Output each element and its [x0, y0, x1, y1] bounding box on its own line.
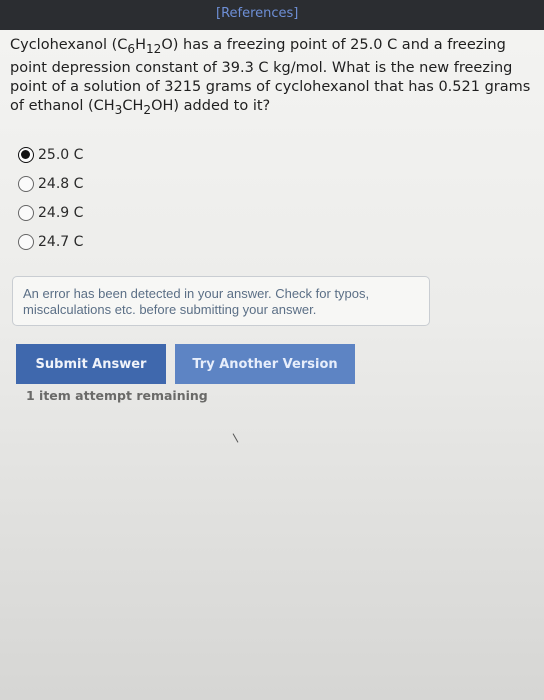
radio-button[interactable]	[18, 175, 34, 192]
answer-option[interactable]: 24.9 C	[18, 198, 83, 227]
subscript-12: 12	[145, 41, 162, 56]
references-link[interactable]: [References]	[216, 6, 298, 21]
try-another-version-button[interactable]: Try Another Version	[175, 344, 355, 384]
question-text-part: Cyclohexanol (C	[10, 37, 128, 53]
attempts-remaining-text: 1 item attempt remaining	[26, 388, 208, 403]
subscript-6: 6	[127, 41, 136, 56]
question-text-part: OH) added to it?	[151, 97, 271, 114]
error-message-box: An error has been detected in your answe…	[12, 276, 430, 326]
answer-option-label: 24.7 C	[38, 233, 84, 250]
top-bar: [References]	[0, 0, 544, 30]
question-text: Cyclohexanol (C6H12O) has a freezing poi…	[10, 36, 536, 120]
error-message-text: An error has been detected in your answe…	[23, 286, 370, 317]
answer-option[interactable]: 24.8 C	[18, 169, 83, 198]
answer-option[interactable]: 24.7 C	[18, 227, 83, 256]
answer-option[interactable]: 25.0 C	[18, 140, 83, 169]
radio-button-selected[interactable]	[18, 146, 34, 163]
subscript-2: 2	[143, 102, 152, 117]
radio-button[interactable]	[18, 204, 34, 221]
question-text-part: CH	[122, 97, 144, 114]
answer-option-label: 24.9 C	[38, 204, 84, 221]
radio-button[interactable]	[18, 233, 34, 250]
answer-option-label: 24.8 C	[38, 175, 84, 192]
answer-options: 25.0 C 24.8 C 24.9 C 24.7 C	[18, 140, 83, 256]
submit-answer-button[interactable]: Submit Answer	[16, 344, 166, 384]
answer-option-label: 25.0 C	[38, 146, 84, 163]
mouse-cursor-mark	[232, 433, 239, 443]
question-text-part: H	[135, 37, 146, 53]
